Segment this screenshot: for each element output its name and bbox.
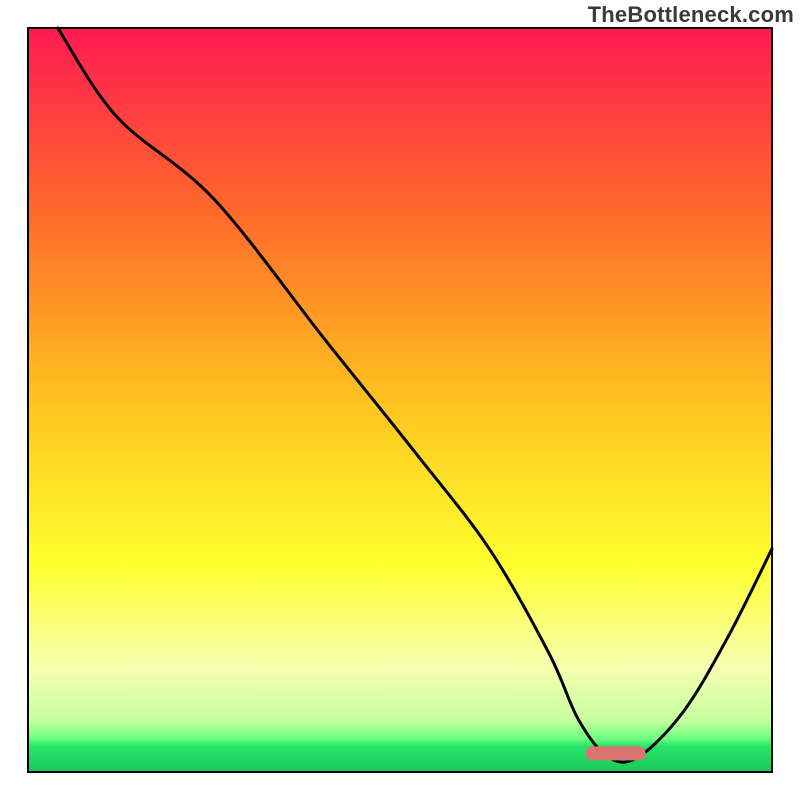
watermark-text: TheBottleneck.com bbox=[588, 2, 794, 28]
optimal-range-marker bbox=[586, 746, 646, 760]
bottleneck-chart bbox=[0, 0, 800, 800]
plot-background bbox=[28, 28, 772, 772]
chart-container: TheBottleneck.com bbox=[0, 0, 800, 800]
